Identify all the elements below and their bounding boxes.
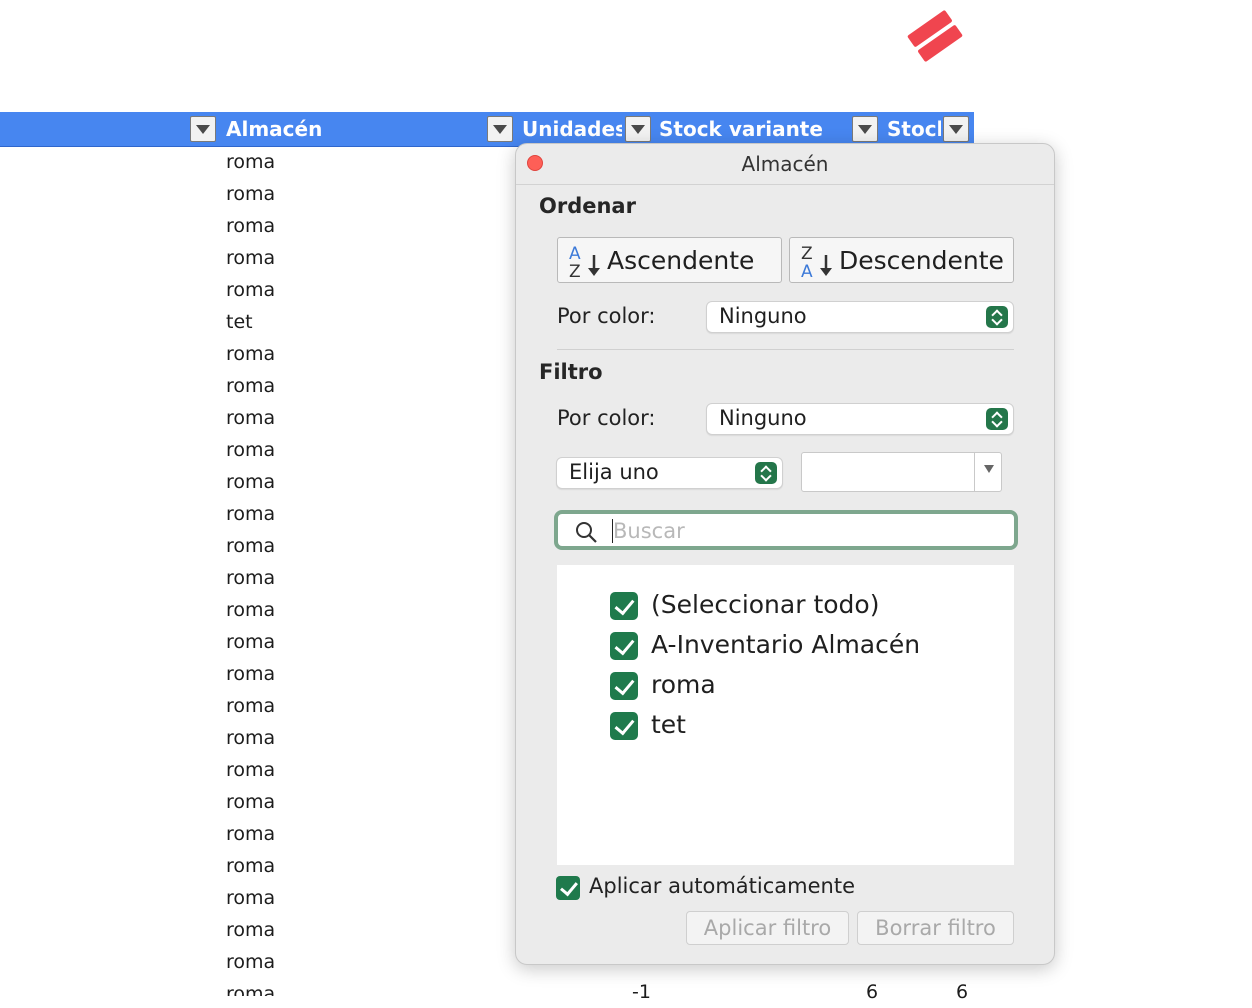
popover-titlebar: Almacén xyxy=(516,144,1054,185)
filter-heading: Filtro xyxy=(539,360,603,384)
clear-filter-button[interactable]: Borrar filtro xyxy=(857,911,1014,945)
check-icon[interactable] xyxy=(610,712,638,740)
sort-za-icon: Z A xyxy=(801,244,832,280)
filter-dropdown-icon[interactable] xyxy=(190,116,216,142)
table-cell[interactable]: roma xyxy=(226,594,506,626)
chevron-down-icon[interactable] xyxy=(984,465,994,473)
sort-ascending-label: Ascendente xyxy=(607,246,755,275)
auto-apply-label: Aplicar automáticamente xyxy=(589,874,855,898)
table-header-row: Almacén Unidades Stock variante Stock xyxy=(0,112,974,147)
combobox-divider xyxy=(974,453,975,491)
table-cell[interactable]: roma xyxy=(226,242,506,274)
table-cell[interactable]: roma xyxy=(226,882,506,914)
table-cell[interactable]: roma xyxy=(226,754,506,786)
table-cell[interactable]: roma xyxy=(226,626,506,658)
sort-color-label: Por color: xyxy=(557,304,656,328)
check-icon[interactable] xyxy=(610,592,638,620)
list-item-label: roma xyxy=(651,670,716,699)
table-cell[interactable]: roma xyxy=(226,722,506,754)
stepper-icon xyxy=(755,462,777,484)
sort-heading: Ordenar xyxy=(539,194,636,218)
sort-descending-label: Descendente xyxy=(839,246,1004,275)
filter-value-combobox[interactable] xyxy=(801,452,1002,492)
table-cell[interactable]: roma xyxy=(226,370,506,402)
table-cell[interactable]: roma xyxy=(226,562,506,594)
table-cell[interactable]: roma xyxy=(226,210,506,242)
list-item-label: tet xyxy=(651,710,686,739)
filter-condition-value: Elija uno xyxy=(569,460,659,484)
popover-title: Almacén xyxy=(741,152,829,176)
sort-color-select[interactable]: Ninguno xyxy=(706,301,1014,333)
table-cell[interactable]: roma xyxy=(226,818,506,850)
table-cell[interactable]: roma xyxy=(226,146,506,178)
table-cell[interactable]: roma xyxy=(226,786,506,818)
check-icon[interactable] xyxy=(610,672,638,700)
almacen-column: roma roma roma roma roma tet roma roma roma roma r… xyxy=(226,146,506,996)
table-cell[interactable]: roma xyxy=(226,178,506,210)
svg-text:Z: Z xyxy=(569,262,581,280)
table-cell[interactable]: -1 xyxy=(632,976,651,1008)
svg-text:Z: Z xyxy=(801,244,813,264)
table-cell[interactable]: roma xyxy=(226,978,506,996)
filter-condition-select[interactable]: Elija uno xyxy=(556,457,783,489)
check-icon[interactable] xyxy=(556,876,580,900)
section-divider xyxy=(557,349,1014,350)
table-cell[interactable]: roma xyxy=(226,946,506,978)
table-cell[interactable]: 6 xyxy=(866,976,878,1008)
table-cell[interactable]: roma xyxy=(226,274,506,306)
sort-az-icon: A Z xyxy=(569,244,600,280)
column-header-almacen[interactable]: Almacén xyxy=(226,117,476,141)
table-cell[interactable]: roma xyxy=(226,914,506,946)
filter-popover: Almacén Ordenar A Z Ascendente Z A Desce… xyxy=(515,143,1055,965)
table-cell[interactable]: roma xyxy=(226,690,506,722)
filter-dropdown-icon[interactable] xyxy=(487,116,513,142)
table-cell[interactable]: roma xyxy=(226,498,506,530)
list-item-label: (Seleccionar todo) xyxy=(651,590,880,619)
sort-color-value: Ninguno xyxy=(719,304,807,328)
table-cell[interactable]: roma xyxy=(226,466,506,498)
search-field[interactable] xyxy=(554,510,1018,550)
apply-filter-button[interactable]: Aplicar filtro xyxy=(686,911,849,945)
table-cell[interactable]: roma xyxy=(226,850,506,882)
table-cell[interactable]: roma xyxy=(226,338,506,370)
search-icon xyxy=(576,522,597,543)
filter-dropdown-icon[interactable] xyxy=(625,116,651,142)
svg-text:A: A xyxy=(569,244,581,264)
column-header-stock[interactable]: Stock xyxy=(887,117,941,141)
table-cell[interactable]: roma xyxy=(226,402,506,434)
filter-dropdown-icon[interactable] xyxy=(943,116,969,142)
table-cell[interactable]: roma xyxy=(226,530,506,562)
table-cell[interactable]: roma xyxy=(226,658,506,690)
list-item-label: A-Inventario Almacén xyxy=(651,630,921,659)
sort-descending-button[interactable]: Z A Descendente xyxy=(789,237,1014,283)
stepper-icon xyxy=(986,306,1008,328)
stepper-icon xyxy=(986,408,1008,430)
filter-color-select[interactable]: Ninguno xyxy=(706,403,1014,435)
column-header-unidades[interactable]: Unidades xyxy=(522,117,622,141)
svg-text:A: A xyxy=(801,262,813,280)
logo-icon xyxy=(907,10,963,62)
search-input[interactable] xyxy=(613,517,1003,545)
table-cell[interactable]: 6 xyxy=(956,976,968,1008)
table-cell[interactable]: tet xyxy=(226,306,506,338)
check-icon[interactable] xyxy=(610,632,638,660)
column-header-stock-variante[interactable]: Stock variante xyxy=(659,117,849,141)
filter-color-label: Por color: xyxy=(557,406,656,430)
filter-color-value: Ninguno xyxy=(719,406,807,430)
table-cell[interactable]: roma xyxy=(226,434,506,466)
sort-ascending-button[interactable]: A Z Ascendente xyxy=(557,237,782,283)
filter-dropdown-icon[interactable] xyxy=(852,116,878,142)
filter-values-list: (Seleccionar todo) A-Inventario Almacén … xyxy=(557,565,1014,865)
